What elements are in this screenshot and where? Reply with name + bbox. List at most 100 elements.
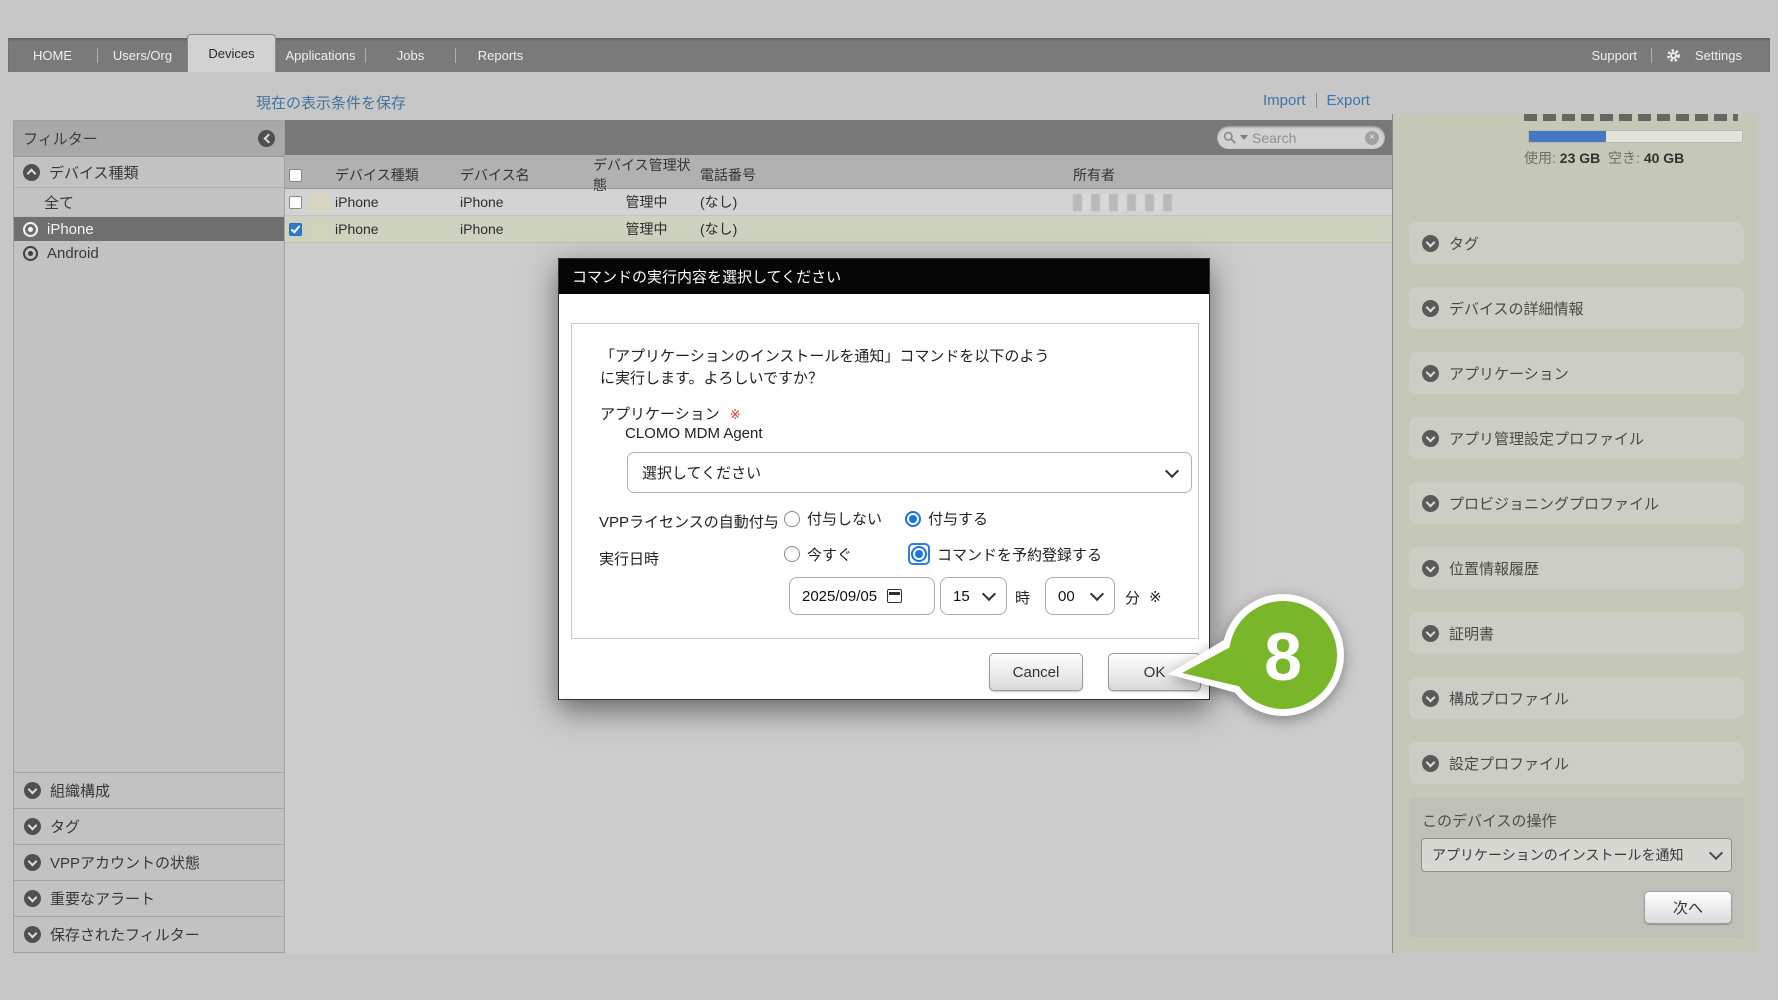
chevron-down-icon bbox=[1165, 463, 1179, 477]
vpp-license-label: VPPライセンスの自動付与 bbox=[599, 511, 779, 532]
minute-unit-label: 分 bbox=[1125, 587, 1140, 608]
filter-section-important-alerts[interactable]: 重要なアラート bbox=[14, 880, 284, 916]
radio-label[interactable]: 今すぐ bbox=[807, 544, 852, 565]
table-row[interactable]: iPhone iPhone 管理中 (なし) bbox=[285, 216, 1392, 243]
device-thumbnail bbox=[310, 221, 330, 238]
section-configuration-profile[interactable]: 構成プロファイル bbox=[1409, 677, 1744, 719]
select-all-checkbox[interactable] bbox=[289, 169, 302, 182]
calendar-icon[interactable] bbox=[887, 589, 902, 603]
chevron-down-icon bbox=[1422, 365, 1439, 382]
dialog-message: 「アプリケーションのインストールを通知」コマンドを以下のように実行します。よろし… bbox=[600, 346, 1060, 390]
vpp-radio-group: 付与しない 付与する bbox=[784, 508, 988, 529]
import-link[interactable]: Import bbox=[1263, 92, 1306, 109]
chevron-down-icon bbox=[1422, 495, 1439, 512]
column-header-phone[interactable]: 電話番号 bbox=[700, 165, 1073, 185]
schedule-label: 実行日時 bbox=[599, 548, 659, 569]
column-header-device-type[interactable]: デバイス種類 bbox=[335, 165, 460, 185]
settings-link[interactable]: Settings bbox=[1695, 48, 1742, 63]
command-select[interactable]: アプリケーションのインストールを通知 bbox=[1421, 838, 1732, 872]
focus-ring bbox=[908, 543, 930, 565]
date-input[interactable]: 2025/09/05 bbox=[789, 577, 935, 615]
filter-option-all[interactable]: 全て bbox=[14, 188, 284, 217]
radio-dot-icon bbox=[23, 222, 38, 237]
radio-vpp-yes[interactable] bbox=[905, 511, 921, 527]
schedule-radio-group: 今すぐ コマンドを予約登録する bbox=[784, 543, 1102, 565]
chevron-down-icon bbox=[24, 854, 41, 871]
search-scope-caret-icon[interactable] bbox=[1240, 135, 1248, 140]
tab-reports[interactable]: Reports bbox=[456, 38, 545, 72]
chevron-down-icon bbox=[24, 926, 41, 943]
filter-section-organization[interactable]: 組織構成 bbox=[14, 772, 284, 808]
device-operations-box: このデバイスの操作 アプリケーションのインストールを通知 次へ bbox=[1409, 797, 1744, 937]
section-label: 証明書 bbox=[1449, 623, 1494, 644]
section-device-details[interactable]: デバイスの詳細情報 bbox=[1409, 287, 1744, 329]
section-label: デバイスの詳細情報 bbox=[1449, 298, 1584, 319]
column-header-status[interactable]: デバイス管理状態 bbox=[593, 155, 700, 195]
column-header-device-name[interactable]: デバイス名 bbox=[460, 165, 593, 185]
radio-label[interactable]: 付与しない bbox=[807, 508, 882, 529]
application-select[interactable]: 選択してください bbox=[627, 452, 1192, 493]
filter-panel-header: フィルター bbox=[14, 121, 284, 157]
filter-section-saved-filters[interactable]: 保存されたフィルター bbox=[14, 916, 284, 952]
table-row[interactable]: iPhone iPhone 管理中 (なし) bbox=[285, 189, 1392, 216]
section-provisioning-profile[interactable]: プロビジョニングプロファイル bbox=[1409, 482, 1744, 524]
chevron-down-icon bbox=[1422, 235, 1439, 252]
date-value: 2025/09/05 bbox=[802, 588, 877, 605]
clear-search-icon[interactable]: × bbox=[1365, 131, 1379, 145]
filter-section-label: デバイス種類 bbox=[49, 162, 139, 183]
support-link[interactable]: Support bbox=[1591, 48, 1637, 63]
tab-home[interactable]: HOME bbox=[8, 38, 97, 72]
filter-section-vpp-account[interactable]: VPPアカウントの状態 bbox=[14, 844, 284, 880]
next-button[interactable]: 次へ bbox=[1644, 891, 1732, 924]
storage-used-value: 23 GB bbox=[1560, 150, 1600, 166]
row-checkbox[interactable] bbox=[289, 223, 302, 236]
filter-option-android[interactable]: Android bbox=[14, 241, 284, 265]
tab-jobs[interactable]: Jobs bbox=[366, 38, 455, 72]
filter-section-device-type[interactable]: デバイス種類 bbox=[14, 157, 284, 188]
export-link[interactable]: Export bbox=[1327, 92, 1370, 109]
row-checkbox[interactable] bbox=[289, 196, 302, 209]
section-label: アプリ管理設定プロファイル bbox=[1449, 428, 1644, 449]
section-label: 構成プロファイル bbox=[1449, 688, 1569, 709]
search-input[interactable]: Search × bbox=[1217, 126, 1385, 149]
radio-label[interactable]: 付与する bbox=[928, 508, 988, 529]
filter-option-label: iPhone bbox=[47, 221, 94, 238]
cancel-button[interactable]: Cancel bbox=[989, 653, 1083, 691]
collapse-panel-icon[interactable] bbox=[258, 130, 275, 147]
section-certificates[interactable]: 証明書 bbox=[1409, 612, 1744, 654]
command-select-value: アプリケーションのインストールを通知 bbox=[1432, 845, 1683, 865]
cell-status: 管理中 bbox=[626, 192, 668, 212]
section-settings-profile[interactable]: 設定プロファイル bbox=[1409, 742, 1744, 784]
radio-run-now[interactable] bbox=[784, 546, 800, 562]
tab-applications[interactable]: Applications bbox=[276, 38, 365, 72]
device-panel-sections: タグ デバイスの詳細情報 アプリケーション アプリ管理設定プロファイル プロビジ… bbox=[1409, 222, 1744, 784]
filter-option-label: Android bbox=[47, 245, 99, 262]
hour-select[interactable]: 15 bbox=[940, 577, 1007, 615]
storage-bar-fill bbox=[1529, 131, 1606, 142]
top-nav: HOME Users/Org Devices Applications Jobs… bbox=[8, 38, 1770, 72]
storage-used-label: 使用: bbox=[1524, 150, 1556, 166]
tab-users-org[interactable]: Users/Org bbox=[98, 38, 187, 72]
section-app-management-profile[interactable]: アプリ管理設定プロファイル bbox=[1409, 417, 1744, 459]
section-tags[interactable]: タグ bbox=[1409, 222, 1744, 264]
section-location-history[interactable]: 位置情報履歴 bbox=[1409, 547, 1744, 589]
tab-devices[interactable]: Devices bbox=[187, 34, 276, 72]
required-mark: ※ bbox=[730, 407, 741, 422]
radio-reserve-command[interactable] bbox=[911, 546, 927, 562]
filter-option-label: 全て bbox=[44, 192, 74, 213]
save-current-view-link[interactable]: 現在の表示条件を保存 bbox=[256, 92, 406, 113]
filter-option-iphone[interactable]: iPhone bbox=[14, 217, 284, 241]
section-label: 位置情報履歴 bbox=[1449, 558, 1539, 579]
filter-section-label: VPPアカウントの状態 bbox=[50, 852, 200, 873]
device-operations-title: このデバイスの操作 bbox=[1422, 810, 1557, 831]
column-header-owner[interactable]: 所有者 bbox=[1073, 165, 1392, 185]
section-applications[interactable]: アプリケーション bbox=[1409, 352, 1744, 394]
minute-select[interactable]: 00 bbox=[1045, 577, 1115, 615]
cell-owner-redacted bbox=[1073, 194, 1173, 211]
radio-label[interactable]: コマンドを予約登録する bbox=[937, 544, 1102, 565]
application-select-value: 選択してください bbox=[642, 462, 761, 483]
radio-vpp-no[interactable] bbox=[784, 511, 800, 527]
filter-section-tags[interactable]: タグ bbox=[14, 808, 284, 844]
command-dialog: コマンドの実行内容を選択してください 「アプリケーションのインストールを通知」コ… bbox=[558, 258, 1210, 700]
nav-separator bbox=[1651, 48, 1652, 63]
